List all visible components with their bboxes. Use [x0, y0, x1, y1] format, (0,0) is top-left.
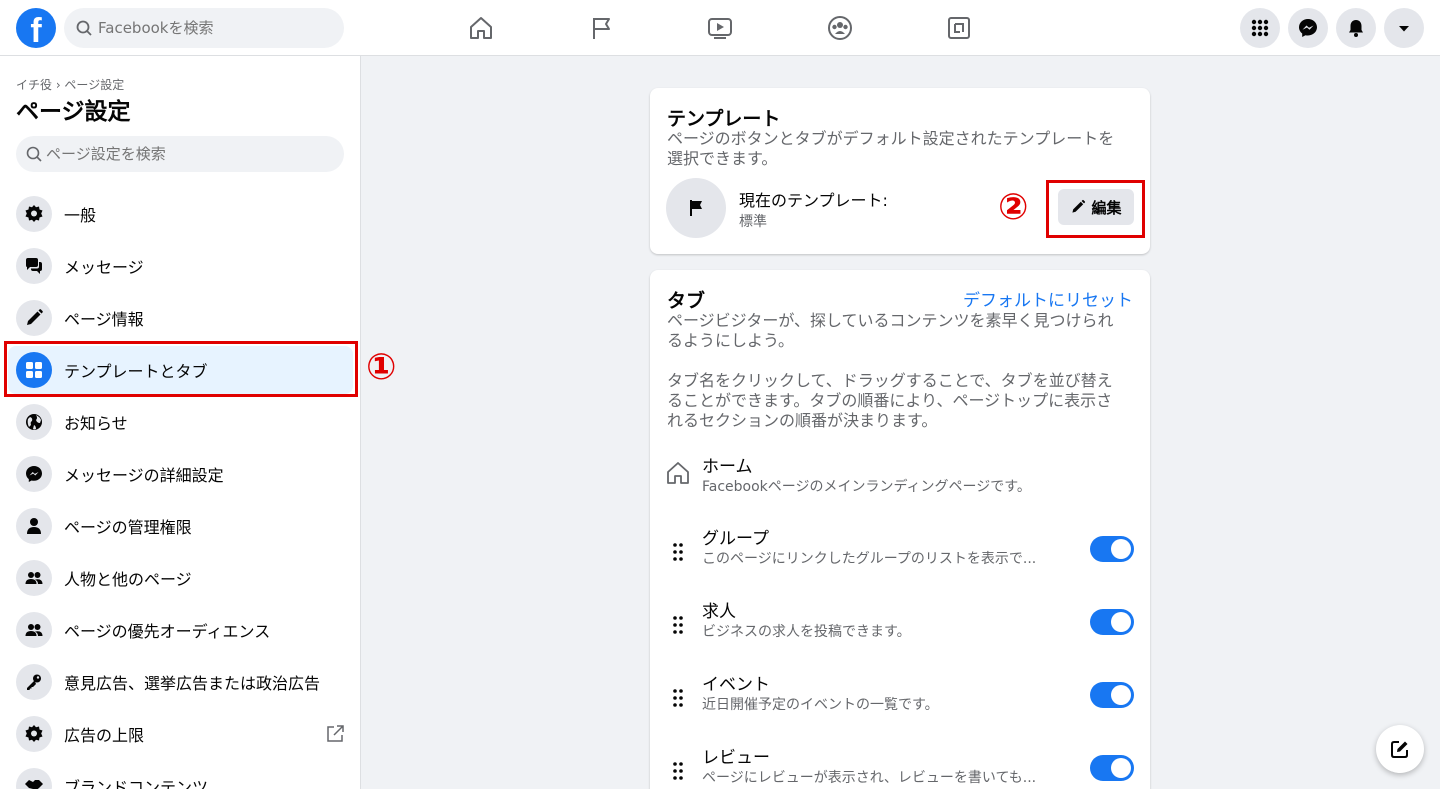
current-template-label: 現在のテンプレート:	[739, 191, 888, 210]
external-link-icon	[325, 724, 345, 748]
breadcrumb[interactable]: イチ役 › ページ設定	[16, 76, 124, 93]
tab-row-reviews[interactable]: レビュー ページにレビューが表示され、レビューを書いても...	[650, 743, 1150, 789]
sidebar-item-notifications[interactable]: お知らせ	[8, 398, 353, 446]
tab-row-home: ホーム Facebookページのメインランディングページです。	[650, 452, 1150, 512]
template-card-title: テンプレート	[667, 108, 781, 130]
sidebar-item-label: お知らせ	[64, 414, 128, 433]
messenger-icon[interactable]	[1288, 8, 1328, 48]
search-icon	[76, 20, 92, 36]
settings-sidebar: イチ役 › ページ設定 ページ設定 一般 メッセージ ページ情報 テンプレートと…	[0, 56, 361, 789]
notifications-icon[interactable]	[1336, 8, 1376, 48]
sidebar-item-ad-limits[interactable]: 広告の上限	[8, 710, 353, 758]
gaming-icon[interactable]	[943, 12, 975, 44]
drag-handle-icon[interactable]	[672, 615, 684, 639]
tab-name: 求人	[702, 602, 736, 622]
settings-search-box[interactable]	[16, 136, 344, 172]
tab-name: イベント	[702, 675, 770, 695]
highlight-box-2	[1046, 180, 1145, 238]
drag-handle-icon[interactable]	[672, 688, 684, 712]
sidebar-item-general[interactable]: 一般	[8, 190, 353, 238]
annotation-marker-2: ②	[998, 187, 1029, 228]
menu-grid-icon[interactable]	[1240, 8, 1280, 48]
handshake-icon	[16, 768, 52, 789]
people-icon	[16, 612, 52, 648]
gear-icon	[16, 196, 52, 232]
tab-name: ホーム	[702, 457, 753, 477]
sidebar-item-label: 人物と他のページ	[64, 570, 192, 589]
tabs-card-instructions: タブ名をクリックして、ドラッグすることで、タブを並び替えることができます。タブの…	[667, 371, 1113, 430]
watch-icon[interactable]	[704, 12, 736, 44]
template-card-description: ページのボタンとタブがデフォルト設定されたテンプレートを選択できます。	[667, 129, 1115, 168]
sidebar-item-people-and-pages[interactable]: 人物と他のページ	[8, 554, 353, 602]
flag-icon[interactable]	[585, 12, 617, 44]
sidebar-item-advanced-messaging[interactable]: メッセージの詳細設定	[8, 450, 353, 498]
chat-icon	[16, 248, 52, 284]
tab-name: レビュー	[702, 748, 770, 768]
tab-toggle-reviews[interactable]	[1090, 755, 1134, 781]
search-icon	[26, 146, 42, 162]
sidebar-item-label: 意見広告、選挙広告または政治広告	[64, 674, 321, 693]
sidebar-item-label: ページ情報	[64, 310, 144, 329]
sidebar-item-label: ページの優先オーディエンス	[64, 622, 271, 641]
sidebar-item-page-roles[interactable]: ページの管理権限	[8, 502, 353, 550]
tab-toggle-events[interactable]	[1090, 682, 1134, 708]
tabs-card-description: ページビジターが、探しているコンテンツを素早く見つけられるようにしよう。	[667, 311, 1114, 350]
drag-handle-icon[interactable]	[672, 542, 684, 566]
top-navigation-bar: f	[0, 0, 1440, 56]
compose-icon	[1391, 741, 1408, 758]
sidebar-item-preferred-audience[interactable]: ページの優先オーディエンス	[8, 606, 353, 654]
global-search-box[interactable]	[64, 8, 344, 48]
drag-handle-icon[interactable]	[672, 761, 684, 785]
sidebar-item-label: メッセージの詳細設定	[64, 466, 224, 485]
facebook-logo[interactable]: f	[16, 8, 56, 48]
tab-description: ページにレビューが表示され、レビューを書いても...	[702, 770, 1037, 786]
tab-row-jobs[interactable]: 求人 ビジネスの求人を投稿できます。	[650, 597, 1150, 657]
tab-description: Facebookページのメインランディングページです。	[702, 479, 1031, 495]
pencil-icon	[16, 300, 52, 336]
sidebar-item-messages[interactable]: メッセージ	[8, 242, 353, 290]
tab-description: 近日開催予定のイベントの一覧です。	[702, 697, 939, 713]
sidebar-item-branded-content[interactable]: ブランドコンテンツ	[8, 762, 353, 789]
sidebar-item-political-ads[interactable]: 意見広告、選挙広告または政治広告	[8, 658, 353, 706]
account-caret-icon[interactable]	[1384, 8, 1424, 48]
people-icon	[16, 560, 52, 596]
sidebar-item-label: ブランドコンテンツ	[64, 778, 209, 789]
home-icon	[665, 460, 691, 490]
template-flag-icon	[666, 178, 726, 238]
annotation-marker-1: ①	[366, 347, 397, 388]
tab-description: このページにリンクしたグループのリストを表示で...	[702, 551, 1037, 567]
global-search-input[interactable]	[98, 19, 328, 37]
gear-icon	[16, 716, 52, 752]
new-message-button[interactable]	[1376, 725, 1424, 773]
sidebar-item-label: メッセージ	[64, 258, 144, 277]
key-icon	[16, 664, 52, 700]
home-icon[interactable]	[465, 12, 497, 44]
tab-toggle-groups[interactable]	[1090, 536, 1134, 562]
current-template-value: 標準	[739, 214, 767, 230]
tabs-card: タブ デフォルトにリセット ページビジターが、探しているコンテンツを素早く見つけ…	[650, 270, 1150, 789]
tabs-card-title: タブ	[667, 290, 706, 312]
page-title: ページ設定	[16, 99, 131, 125]
tab-row-events[interactable]: イベント 近日開催予定のイベントの一覧です。	[650, 670, 1150, 730]
tab-description: ビジネスの求人を投稿できます。	[702, 624, 911, 640]
tab-row-groups[interactable]: グループ このページにリンクしたグループのリストを表示で...	[650, 524, 1150, 584]
sidebar-item-label: ページの管理権限	[64, 518, 192, 537]
sidebar-item-label: 一般	[64, 206, 97, 225]
settings-search-input[interactable]	[46, 145, 326, 163]
globe-icon	[16, 404, 52, 440]
sidebar-item-label: 広告の上限	[64, 726, 145, 745]
messenger-icon	[16, 456, 52, 492]
highlight-box-1	[4, 341, 358, 397]
person-icon	[16, 508, 52, 544]
sidebar-item-page-info[interactable]: ページ情報	[8, 294, 353, 342]
reset-to-default-link[interactable]: デフォルトにリセット	[963, 286, 1133, 311]
groups-icon[interactable]	[824, 12, 856, 44]
tab-toggle-jobs[interactable]	[1090, 609, 1134, 635]
tab-name: グループ	[702, 529, 769, 549]
